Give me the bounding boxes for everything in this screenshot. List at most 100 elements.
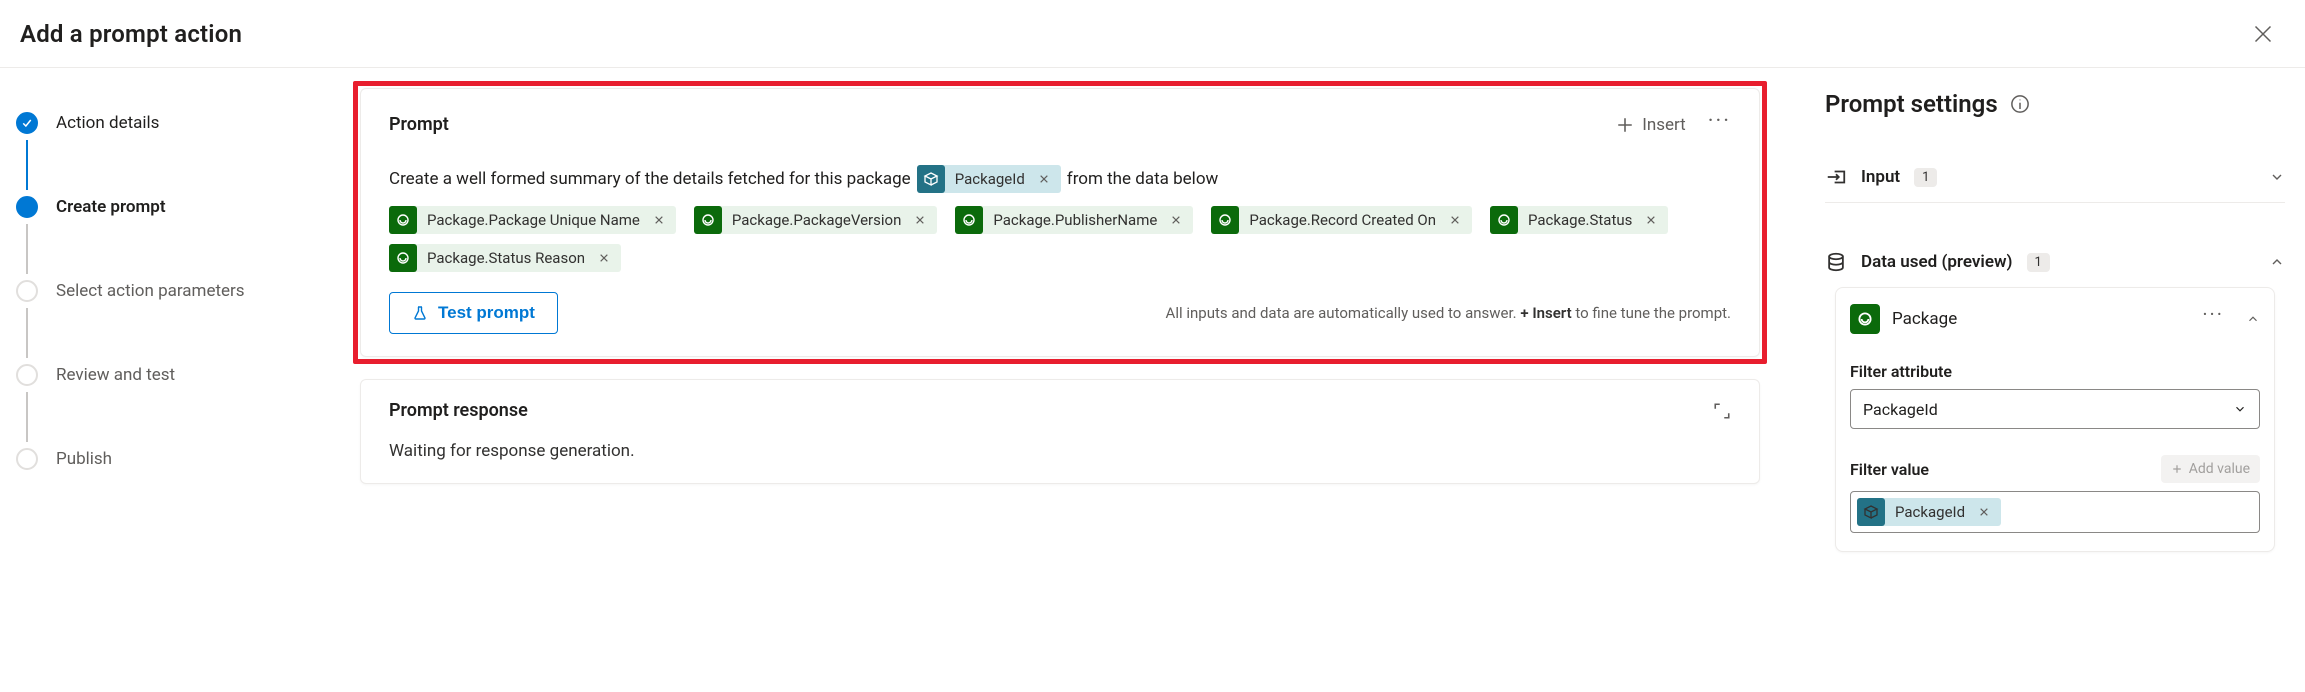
expand-button[interactable] — [1713, 402, 1731, 420]
chip-label: Package.Record Created On — [1249, 211, 1436, 229]
chip-remove[interactable] — [1035, 174, 1053, 184]
chip-remove[interactable] — [1975, 507, 1993, 517]
chevron-up-icon — [2269, 254, 2285, 270]
entity-card: Package ··· Filter attribute PackageId — [1835, 287, 2275, 552]
connector — [26, 308, 28, 358]
chip-label: Package.Status — [1528, 211, 1632, 229]
data-chip[interactable]: Package.Status — [1490, 206, 1668, 234]
prompt-editor[interactable]: Create a well formed summary of the deta… — [389, 164, 1731, 200]
chip-label: Package.Package Unique Name — [427, 211, 640, 229]
filter-value-label: Filter value — [1850, 460, 1929, 479]
plus-icon — [2171, 463, 2183, 475]
response-status: Waiting for response generation. — [389, 441, 1731, 461]
swirl-icon — [1850, 304, 1880, 334]
connector — [26, 140, 28, 190]
data-chip[interactable]: Package.PublisherName — [955, 206, 1193, 234]
plus-icon — [1616, 116, 1634, 134]
data-chip[interactable]: Package.Status Reason — [389, 244, 621, 272]
pending-step-icon — [16, 280, 38, 302]
swirl-icon — [694, 206, 722, 234]
test-prompt-button[interactable]: Test prompt — [389, 292, 558, 334]
data-used-section: Data used (preview) 1 Package ··· — [1825, 237, 2285, 570]
check-icon — [16, 112, 38, 134]
chevron-down-icon — [2233, 402, 2247, 416]
main-column: Prompt Insert ··· Create a well formed s… — [360, 68, 1805, 692]
data-used-count-badge: 1 — [2027, 253, 2050, 272]
response-card: Prompt response Waiting for response gen… — [360, 379, 1760, 484]
step-select-parameters[interactable]: Select action parameters — [16, 274, 352, 308]
settings-panel: Prompt settings Input 1 — [1805, 68, 2305, 692]
chevron-down-icon — [2269, 169, 2285, 185]
chip-label: Package.Status Reason — [427, 249, 585, 267]
test-prompt-label: Test prompt — [438, 303, 535, 323]
pending-step-icon — [16, 364, 38, 386]
stepper: Action details Create prompt Select acti… — [0, 68, 360, 692]
prompt-text: Create a well formed summary of the deta… — [389, 164, 911, 194]
close-button[interactable] — [2253, 24, 2273, 44]
filter-attribute-label: Filter attribute — [1850, 362, 2260, 381]
insert-button[interactable]: Insert — [1616, 115, 1686, 135]
entity-more-button[interactable]: ··· — [2202, 302, 2224, 336]
database-icon — [1825, 251, 1847, 273]
chip-remove[interactable] — [911, 215, 929, 225]
filter-value-input[interactable]: PackageId — [1850, 491, 2260, 533]
input-section-header[interactable]: Input 1 — [1825, 152, 2285, 202]
swirl-icon — [1490, 206, 1518, 234]
step-publish[interactable]: Publish — [16, 442, 352, 476]
swirl-icon — [389, 244, 417, 272]
more-button[interactable]: ··· — [1708, 109, 1731, 140]
input-icon — [1825, 166, 1847, 188]
chip-remove[interactable] — [1167, 215, 1185, 225]
entity-name: Package — [1892, 309, 1957, 329]
chip-label: PackageId — [955, 164, 1025, 194]
pending-step-icon — [16, 448, 38, 470]
prompt-card: Prompt Insert ··· Create a well formed s… — [360, 88, 1760, 357]
insert-label: Insert — [1642, 115, 1686, 135]
filter-attribute-select[interactable]: PackageId — [1850, 389, 2260, 429]
filter-value-chip[interactable]: PackageId — [1857, 498, 2001, 526]
input-section: Input 1 — [1825, 152, 2285, 203]
prompt-title: Prompt — [389, 114, 449, 135]
prompt-text: from the data below — [1067, 164, 1219, 194]
settings-title: Prompt settings — [1825, 90, 2285, 118]
prompt-card-header: Prompt Insert ··· — [389, 109, 1731, 140]
chip-remove[interactable] — [1446, 215, 1464, 225]
swirl-icon — [389, 206, 417, 234]
chip-remove[interactable] — [1642, 215, 1660, 225]
input-count-badge: 1 — [1914, 168, 1937, 187]
step-label: Review and test — [56, 365, 175, 385]
cube-icon — [917, 165, 945, 193]
step-label: Create prompt — [56, 197, 166, 217]
chip-label: Package.PublisherName — [993, 211, 1157, 229]
chevron-up-icon — [2246, 312, 2260, 326]
current-step-icon — [16, 196, 38, 218]
data-chip[interactable]: Package.PackageVersion — [694, 206, 938, 234]
data-chip-row: Package.Package Unique Name Package.Pack… — [389, 206, 1731, 272]
data-chip[interactable]: Package.Package Unique Name — [389, 206, 676, 234]
filter-attribute-value: PackageId — [1863, 400, 1938, 419]
swirl-icon — [955, 206, 983, 234]
connector — [26, 224, 28, 274]
chip-label: Package.PackageVersion — [732, 211, 902, 229]
swirl-icon — [1211, 206, 1239, 234]
chip-remove[interactable] — [650, 215, 668, 225]
entity-header[interactable]: Package ··· — [1850, 302, 2260, 336]
data-chip[interactable]: Package.Record Created On — [1211, 206, 1472, 234]
dialog-title: Add a prompt action — [20, 20, 242, 48]
data-used-header[interactable]: Data used (preview) 1 — [1825, 237, 2285, 287]
add-value-label: Add value — [2189, 461, 2250, 477]
step-action-details[interactable]: Action details — [16, 106, 352, 140]
connector — [26, 392, 28, 442]
chip-remove[interactable] — [595, 253, 613, 263]
step-review-test[interactable]: Review and test — [16, 358, 352, 392]
add-value-button[interactable]: Add value — [2161, 455, 2260, 483]
step-label: Publish — [56, 449, 112, 469]
chip-label: PackageId — [1895, 503, 1965, 521]
dialog-header: Add a prompt action — [0, 0, 2305, 68]
input-chip-packageid[interactable]: PackageId — [917, 165, 1061, 193]
info-icon[interactable] — [2010, 94, 2030, 114]
step-create-prompt[interactable]: Create prompt — [16, 190, 352, 224]
input-section-label: Input — [1861, 167, 1900, 187]
step-label: Action details — [56, 113, 159, 133]
cube-icon — [1857, 498, 1885, 526]
